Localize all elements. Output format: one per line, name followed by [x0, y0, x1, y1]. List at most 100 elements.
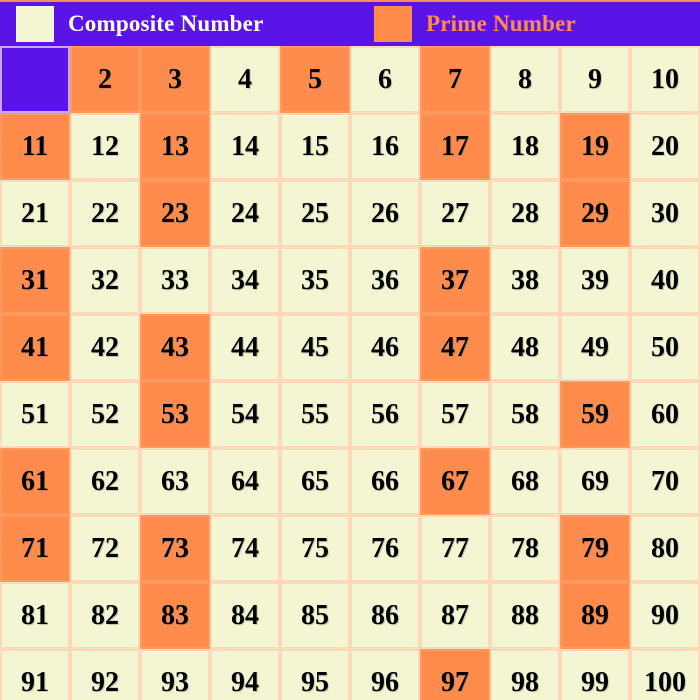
grid-cell[interactable]: 54 — [210, 381, 280, 448]
grid-cell[interactable]: 26 — [350, 180, 420, 247]
grid-cell[interactable]: 75 — [280, 515, 350, 582]
grid-cell[interactable]: 18 — [490, 113, 560, 180]
grid-cell[interactable]: 28 — [490, 180, 560, 247]
grid-cell[interactable]: 30 — [630, 180, 700, 247]
grid-cell[interactable]: 6 — [350, 46, 420, 113]
grid-cell[interactable]: 42 — [70, 314, 140, 381]
grid-cell[interactable]: 7 — [420, 46, 490, 113]
grid-cell[interactable]: 17 — [420, 113, 490, 180]
grid-cell[interactable]: 29 — [560, 180, 630, 247]
grid-cell[interactable]: 73 — [140, 515, 210, 582]
grid-cell[interactable]: 72 — [70, 515, 140, 582]
grid-cell[interactable]: 35 — [280, 247, 350, 314]
grid-cell[interactable]: 67 — [420, 448, 490, 515]
grid-cell[interactable]: 79 — [560, 515, 630, 582]
grid-cell[interactable]: 2 — [70, 46, 140, 113]
grid-cell[interactable]: 20 — [630, 113, 700, 180]
grid-cell[interactable]: 56 — [350, 381, 420, 448]
grid-cell[interactable]: 98 — [490, 649, 560, 700]
grid-cell[interactable]: 34 — [210, 247, 280, 314]
grid-cell[interactable]: 48 — [490, 314, 560, 381]
grid-cell[interactable]: 52 — [70, 381, 140, 448]
grid-cell[interactable]: 90 — [630, 582, 700, 649]
grid-cell[interactable]: 53 — [140, 381, 210, 448]
grid-cell[interactable]: 33 — [140, 247, 210, 314]
grid-cell[interactable]: 46 — [350, 314, 420, 381]
grid-cell[interactable]: 38 — [490, 247, 560, 314]
grid-cell[interactable]: 78 — [490, 515, 560, 582]
grid-cell[interactable]: 80 — [630, 515, 700, 582]
grid-cell[interactable]: 11 — [0, 113, 70, 180]
grid-cell[interactable]: 5 — [280, 46, 350, 113]
grid-cell[interactable]: 63 — [140, 448, 210, 515]
grid-cell[interactable]: 37 — [420, 247, 490, 314]
grid-cell[interactable]: 71 — [0, 515, 70, 582]
grid-cell[interactable]: 4 — [210, 46, 280, 113]
grid-cell[interactable]: 19 — [560, 113, 630, 180]
grid-cell[interactable]: 82 — [70, 582, 140, 649]
grid-cell[interactable]: 69 — [560, 448, 630, 515]
grid-cell[interactable]: 94 — [210, 649, 280, 700]
grid-cell[interactable]: 87 — [420, 582, 490, 649]
grid-cell[interactable]: 44 — [210, 314, 280, 381]
grid-cell[interactable]: 70 — [630, 448, 700, 515]
grid-cell[interactable]: 74 — [210, 515, 280, 582]
grid-cell[interactable]: 81 — [0, 582, 70, 649]
grid-cell[interactable]: 59 — [560, 381, 630, 448]
grid-cell[interactable]: 10 — [630, 46, 700, 113]
grid-cell[interactable]: 60 — [630, 381, 700, 448]
grid-cell[interactable]: 3 — [140, 46, 210, 113]
grid-cell[interactable]: 91 — [0, 649, 70, 700]
grid-cell[interactable]: 93 — [140, 649, 210, 700]
grid-cell[interactable]: 50 — [630, 314, 700, 381]
grid-cell[interactable]: 39 — [560, 247, 630, 314]
grid-cell[interactable]: 66 — [350, 448, 420, 515]
grid-cell[interactable]: 16 — [350, 113, 420, 180]
grid-cell[interactable]: 40 — [630, 247, 700, 314]
grid-cell[interactable]: 51 — [0, 381, 70, 448]
grid-cell[interactable]: 55 — [280, 381, 350, 448]
grid-cell[interactable]: 49 — [560, 314, 630, 381]
grid-cell[interactable]: 95 — [280, 649, 350, 700]
grid-cell[interactable]: 92 — [70, 649, 140, 700]
grid-cell[interactable]: 8 — [490, 46, 560, 113]
grid-cell[interactable]: 97 — [420, 649, 490, 700]
grid-cell[interactable]: 84 — [210, 582, 280, 649]
grid-cell[interactable]: 96 — [350, 649, 420, 700]
grid-cell[interactable]: 43 — [140, 314, 210, 381]
grid-cell[interactable]: 76 — [350, 515, 420, 582]
grid-cell[interactable]: 22 — [70, 180, 140, 247]
grid-cell[interactable]: 36 — [350, 247, 420, 314]
grid-cell[interactable]: 62 — [70, 448, 140, 515]
grid-cell[interactable]: 31 — [0, 247, 70, 314]
grid-cell[interactable]: 23 — [140, 180, 210, 247]
grid-cell[interactable]: 88 — [490, 582, 560, 649]
grid-cell[interactable]: 41 — [0, 314, 70, 381]
grid-cell[interactable]: 58 — [490, 381, 560, 448]
grid-cell[interactable]: 9 — [560, 46, 630, 113]
grid-cell[interactable]: 13 — [140, 113, 210, 180]
grid-cell[interactable]: 83 — [140, 582, 210, 649]
grid-cell[interactable]: 57 — [420, 381, 490, 448]
grid-cell[interactable]: 15 — [280, 113, 350, 180]
grid-cell[interactable]: 77 — [420, 515, 490, 582]
grid-cell[interactable]: 27 — [420, 180, 490, 247]
grid-cell[interactable]: 99 — [560, 649, 630, 700]
grid-cell[interactable]: 24 — [210, 180, 280, 247]
grid-cell[interactable]: 68 — [490, 448, 560, 515]
grid-cell[interactable]: 85 — [280, 582, 350, 649]
grid-cell[interactable]: 32 — [70, 247, 140, 314]
grid-cell[interactable]: 47 — [420, 314, 490, 381]
grid-cell[interactable]: 65 — [280, 448, 350, 515]
grid-cell[interactable]: 14 — [210, 113, 280, 180]
grid-cell[interactable]: 25 — [280, 180, 350, 247]
grid-cell[interactable]: 21 — [0, 180, 70, 247]
grid-cell-blank[interactable] — [0, 46, 70, 113]
grid-cell[interactable]: 12 — [70, 113, 140, 180]
grid-cell[interactable]: 100 — [630, 649, 700, 700]
grid-cell[interactable]: 89 — [560, 582, 630, 649]
grid-cell[interactable]: 45 — [280, 314, 350, 381]
grid-cell[interactable]: 64 — [210, 448, 280, 515]
grid-cell[interactable]: 61 — [0, 448, 70, 515]
grid-cell[interactable]: 86 — [350, 582, 420, 649]
